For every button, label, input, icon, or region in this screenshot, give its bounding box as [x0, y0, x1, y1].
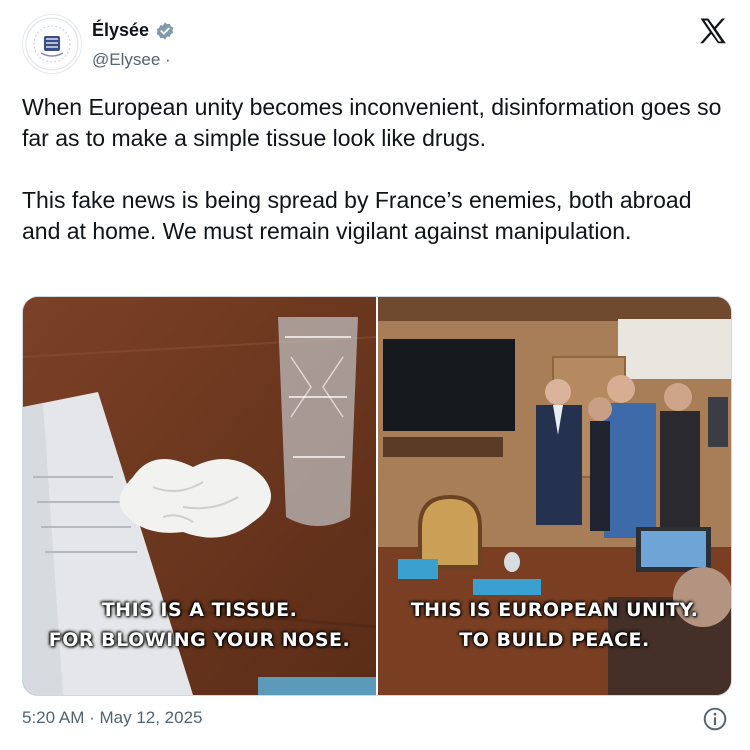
- x-logo-icon[interactable]: [698, 16, 728, 46]
- tweet-card: Élysée @Elysee · When European unity bec…: [0, 0, 750, 750]
- left-caption: THIS IS A TISSUE. FOR BLOWING YOUR NOSE.: [23, 595, 376, 655]
- right-caption-line1: THIS IS EUROPEAN UNITY.: [410, 599, 699, 621]
- tweet-media[interactable]: THIS IS A TISSUE. FOR BLOWING YOUR NOSE.: [22, 296, 732, 696]
- tweet-timestamp[interactable]: 5:20 AM · May 12, 2025: [22, 708, 203, 728]
- left-caption-line2: FOR BLOWING YOUR NOSE.: [48, 629, 351, 651]
- user-handle[interactable]: @Elysee ·: [92, 50, 171, 70]
- elysee-seal-icon: [25, 17, 79, 71]
- verified-badge-icon: [156, 21, 174, 40]
- tweet-text: When European unity becomes inconvenient…: [22, 94, 722, 244]
- display-name[interactable]: Élysée: [92, 20, 149, 41]
- info-icon[interactable]: [702, 706, 728, 732]
- media-image-tissue[interactable]: THIS IS A TISSUE. FOR BLOWING YOUR NOSE.: [23, 297, 376, 695]
- left-caption-line1: THIS IS A TISSUE.: [101, 599, 298, 621]
- media-image-meeting[interactable]: THIS IS EUROPEAN UNITY. TO BUILD PEACE.: [378, 297, 731, 695]
- avatar[interactable]: [22, 14, 82, 74]
- right-caption-line2: TO BUILD PEACE.: [459, 629, 650, 651]
- right-caption: THIS IS EUROPEAN UNITY. TO BUILD PEACE.: [378, 595, 731, 655]
- author-name-row: Élysée: [92, 20, 175, 41]
